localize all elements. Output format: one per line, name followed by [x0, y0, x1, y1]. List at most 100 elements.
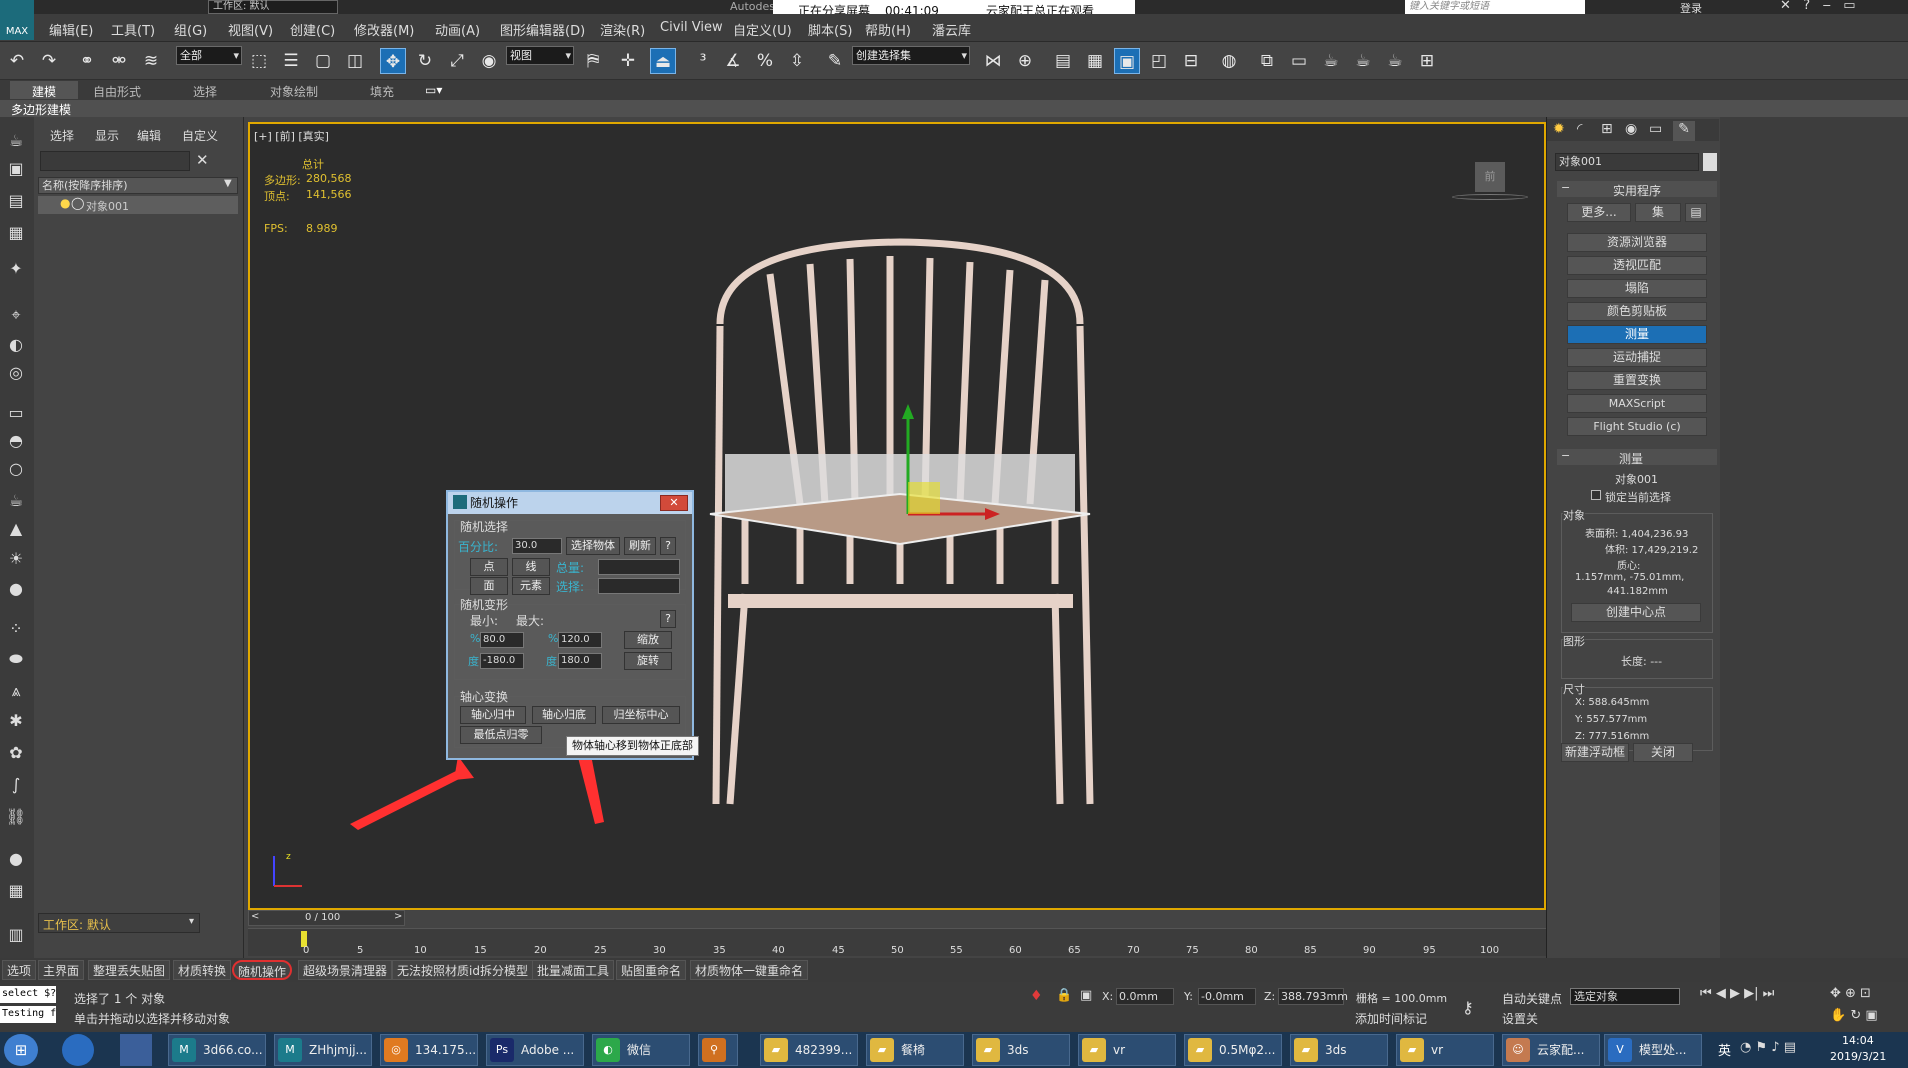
taskbar-item[interactable]: ▰ 0.5Mφ2...: [1184, 1034, 1282, 1066]
a360-render-icon[interactable]: ⊞: [1414, 48, 1440, 74]
bind-spacewarp-icon[interactable]: ≋: [138, 48, 164, 74]
shapes-icon[interactable]: ⬬: [3, 647, 29, 671]
chair-wireframe[interactable]: [650, 214, 1150, 854]
lock-icon[interactable]: 🔒: [1056, 988, 1072, 1003]
script-tab-missing-maps[interactable]: 整理丢失贴图: [88, 960, 171, 980]
menu-group[interactable]: 组(G): [174, 20, 207, 39]
render-teapot-icon[interactable]: ☕: [1318, 48, 1344, 74]
named-selection-dropdown[interactable]: 创建选择集: [852, 46, 970, 65]
rotate-button[interactable]: 旋转: [624, 652, 672, 670]
ref-coord-dropdown[interactable]: 视图: [506, 46, 574, 65]
polygon-modeling-label[interactable]: 多边形建模: [11, 101, 71, 118]
hierarchy-tab-icon[interactable]: ⊞: [1601, 121, 1613, 137]
max-logo-icon[interactable]: MAX: [0, 0, 34, 40]
selected-field[interactable]: [598, 578, 680, 594]
menu-customize[interactable]: 自定义(U): [733, 20, 792, 39]
render-frame-icon[interactable]: ▭: [1286, 48, 1312, 74]
utilities-tab-icon[interactable]: ✎: [1673, 121, 1695, 141]
utility-measure[interactable]: 测量: [1567, 325, 1707, 344]
image-icon[interactable]: ▣: [3, 157, 29, 181]
taskbar-item[interactable]: M ZHhjmjj...: [274, 1034, 372, 1066]
select-rotate-icon[interactable]: ↻: [412, 48, 438, 74]
sort-chevron-icon[interactable]: ▼: [224, 178, 232, 189]
utility-collapse[interactable]: 塌陷: [1567, 279, 1707, 298]
script-tab-batch-reduce[interactable]: 批量减面工具: [532, 960, 615, 980]
menu-panyun[interactable]: 潘云库: [932, 20, 971, 39]
taskbar-item[interactable]: ☺ 云家配...: [1502, 1034, 1600, 1066]
configure-sets-icon[interactable]: ▤: [1685, 203, 1707, 222]
hair-icon[interactable]: ∫: [3, 773, 29, 797]
scene-item-object001[interactable]: ● ◯ 对象001: [38, 196, 238, 214]
sphere-icon[interactable]: ○: [3, 457, 29, 481]
transform-help-button[interactable]: ?: [660, 610, 676, 628]
menu-civil-view[interactable]: Civil View: [660, 20, 723, 35]
x-coord-field[interactable]: 0.0mm: [1116, 988, 1174, 1005]
tray-icons[interactable]: ◔ ⚑ ♪ ▤: [1740, 1040, 1796, 1055]
edit-named-sets-icon[interactable]: ✎: [822, 48, 848, 74]
next-frame-icon[interactable]: >: [394, 911, 402, 922]
nav-controls-icon[interactable]: ✥ ⊕ ⊡: [1830, 986, 1871, 1001]
playback-controls-icon[interactable]: ⏮ ◀ ▶ ▶| ⏭: [1700, 986, 1774, 1001]
time-slider[interactable]: < 0 / 100 >: [248, 910, 405, 926]
key-icon[interactable]: ⚷: [1462, 998, 1474, 1017]
modify-tab-icon[interactable]: ◜: [1577, 121, 1582, 137]
taskbar-item[interactable]: ▰ 482399...: [760, 1034, 858, 1066]
taskbar-item[interactable]: V 模型处...: [1604, 1034, 1702, 1066]
select-manipulate-icon[interactable]: ✛: [615, 48, 641, 74]
workspace-selector[interactable]: 工作区: 默认 ▾: [38, 913, 200, 933]
taskbar-item[interactable]: ▰ 3ds: [1290, 1034, 1388, 1066]
start-button[interactable]: ⊞: [4, 1034, 38, 1066]
lowest-point-button[interactable]: 最低点归零: [460, 726, 542, 744]
taskbar-item[interactable]: Ps Adobe ...: [486, 1034, 584, 1066]
redo-icon[interactable]: ↷: [36, 48, 62, 74]
teapot2-icon[interactable]: ☕: [3, 489, 29, 513]
clear-search-icon[interactable]: ✕: [196, 151, 209, 169]
grid-icon[interactable]: ▦: [3, 221, 29, 245]
particles-icon[interactable]: ⁘: [3, 617, 29, 641]
face-button[interactable]: 面: [470, 577, 508, 595]
pivot-center-icon[interactable]: ⛿: [580, 48, 606, 74]
ribbon-options-icon[interactable]: ▭▾: [425, 83, 442, 97]
gear-icon[interactable]: ✱: [3, 709, 29, 733]
calculator-icon[interactable]: ▦: [3, 879, 29, 903]
taskbar-item[interactable]: ◎ 134.175...: [380, 1034, 478, 1066]
script-tab-rename-objects[interactable]: 材质物体一键重命名: [690, 960, 809, 980]
menu-create[interactable]: 创建(C): [290, 20, 335, 39]
scene-tab-display[interactable]: 显示: [95, 127, 119, 144]
maxscript-output[interactable]: Testing f: [0, 1006, 56, 1023]
add-time-tag[interactable]: 添加时间标记: [1355, 1010, 1427, 1027]
render-production-icon[interactable]: ☕: [1350, 48, 1376, 74]
tab-modeling[interactable]: 建模: [32, 83, 56, 100]
menu-graph-editors[interactable]: 图形编辑器(D): [500, 20, 585, 39]
deg-min-input[interactable]: -180.0: [480, 653, 524, 669]
link-icon[interactable]: ⚭: [74, 48, 100, 74]
render-setup-icon[interactable]: ⧉: [1254, 48, 1280, 74]
utility-reset-xform[interactable]: 重置变换: [1567, 371, 1707, 390]
menu-edit[interactable]: 编辑(E): [49, 20, 93, 39]
tab-object-paint[interactable]: 对象绘制: [270, 83, 318, 100]
tab-selection[interactable]: 选择: [193, 83, 217, 100]
viewcube-ring[interactable]: [1452, 194, 1528, 200]
pct-max-input[interactable]: 120.0: [558, 632, 602, 648]
pivot-bottom-button[interactable]: 轴心归底: [532, 706, 596, 724]
layer-manager-icon[interactable]: ▤: [1050, 48, 1076, 74]
curve-editor-icon[interactable]: ◰: [1146, 48, 1172, 74]
snaps-icon[interactable]: ³: [690, 48, 716, 74]
measure-rollout-header[interactable]: − 测量: [1557, 449, 1717, 466]
script-tab-random-ops[interactable]: 随机操作: [232, 960, 293, 980]
taskbar-item[interactable]: M 3d66.co...: [168, 1034, 266, 1066]
selection-filter-dropdown[interactable]: 全部: [176, 46, 242, 65]
workspace-chevron-icon[interactable]: ▾: [189, 916, 194, 927]
point-button[interactable]: 点: [470, 558, 508, 576]
sun-icon[interactable]: ☀: [3, 547, 29, 571]
placement-icon[interactable]: ◉: [476, 48, 502, 74]
plane-icon[interactable]: ▭: [3, 401, 29, 425]
pct-min-input[interactable]: 80.0: [480, 632, 524, 648]
new-floater-button[interactable]: 新建浮动框: [1561, 743, 1629, 762]
pivot-origin-button[interactable]: 归坐标中心: [602, 706, 680, 724]
taskbar-item[interactable]: ▰ vr: [1396, 1034, 1494, 1066]
motion-tab-icon[interactable]: ◉: [1625, 121, 1637, 137]
z-coord-field[interactable]: 388.793mm: [1278, 988, 1348, 1005]
menu-animation[interactable]: 动画(A): [435, 20, 480, 39]
set-key-label[interactable]: 设置关: [1502, 1010, 1538, 1027]
